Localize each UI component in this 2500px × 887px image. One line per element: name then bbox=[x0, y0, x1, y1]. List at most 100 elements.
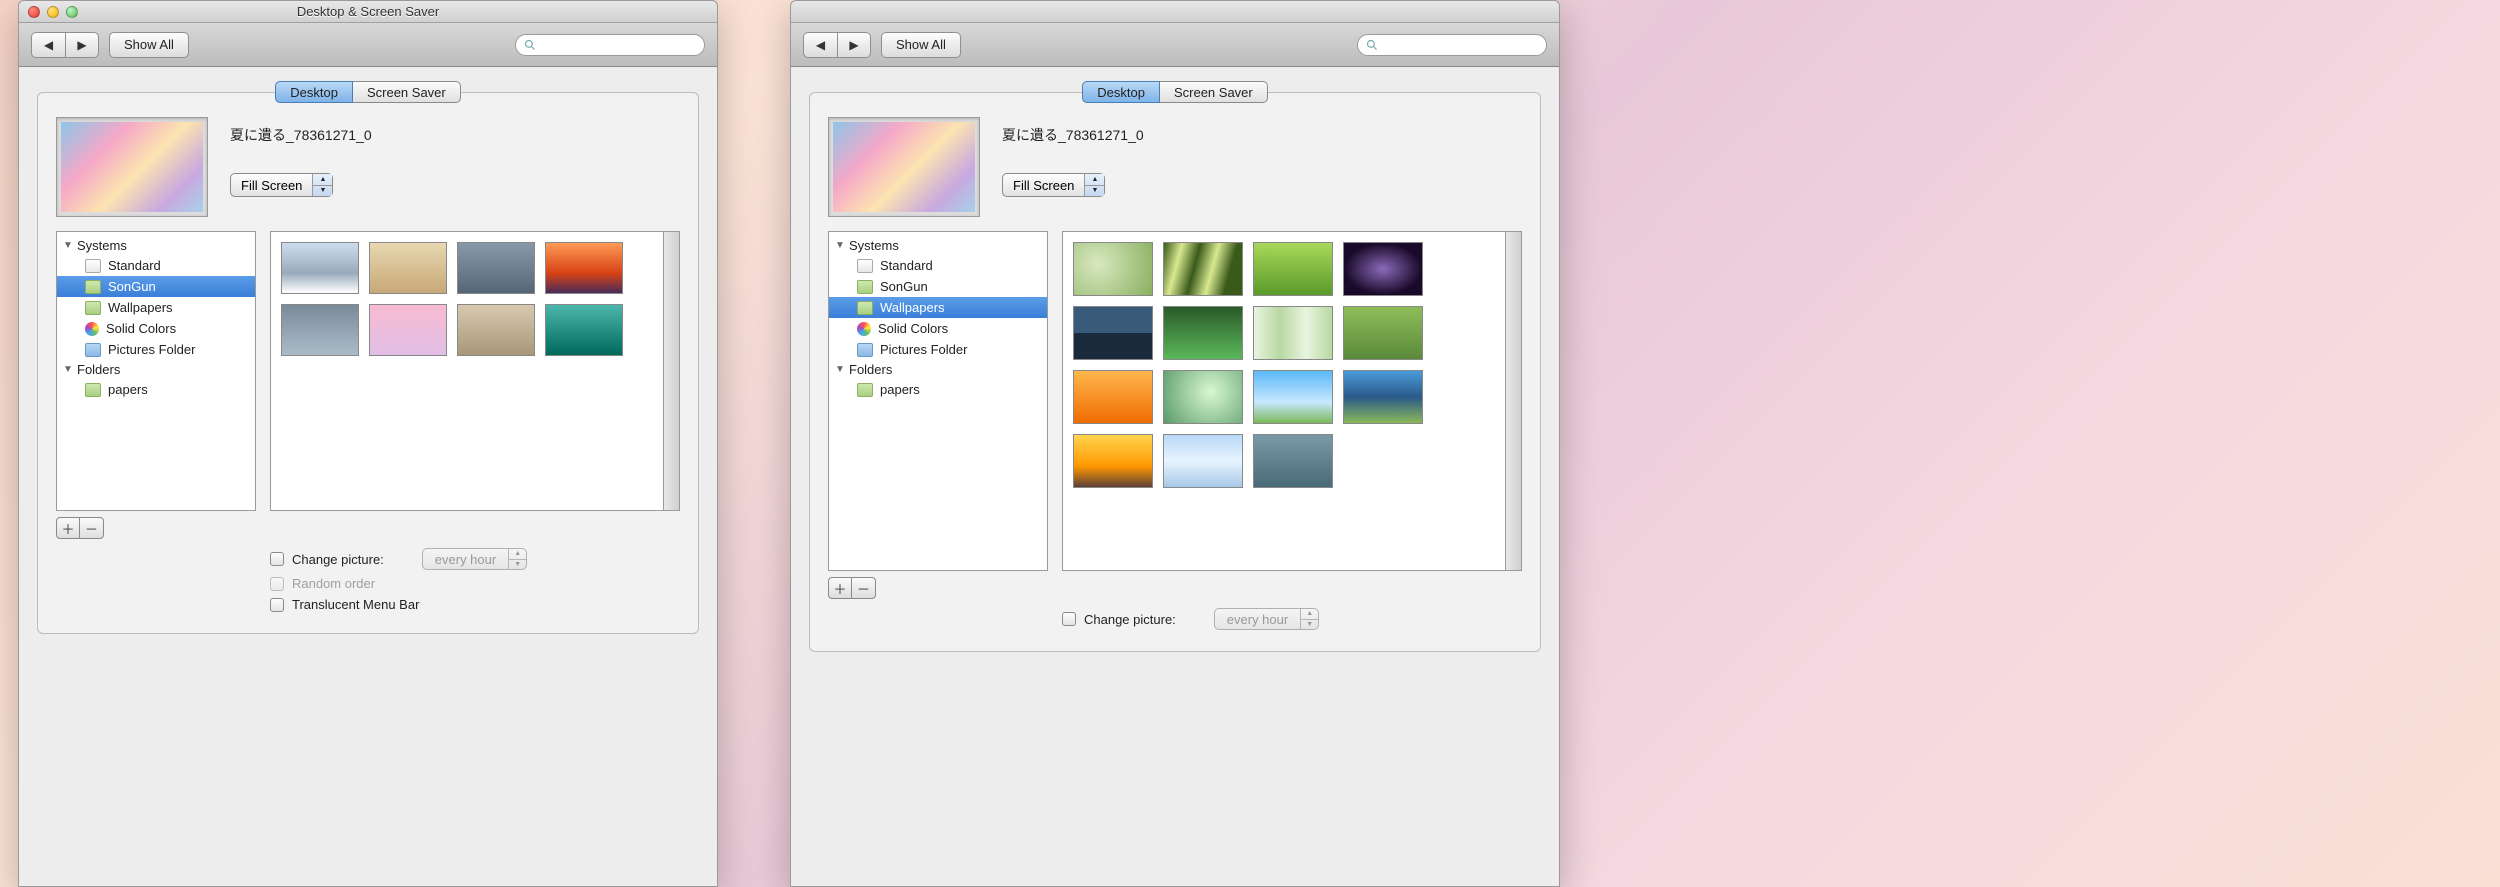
wallpaper-thumb[interactable] bbox=[1253, 306, 1333, 360]
interval-select[interactable]: every hour ▲▼ bbox=[422, 548, 527, 570]
change-picture-label: Change picture: bbox=[1084, 612, 1176, 627]
wallpaper-thumb[interactable] bbox=[1253, 370, 1333, 424]
folder-icon bbox=[857, 383, 873, 397]
wallpaper-preview bbox=[56, 117, 208, 217]
sidebar-item-solid-colors[interactable]: Solid Colors bbox=[829, 318, 1047, 339]
thumbnail-grid[interactable] bbox=[270, 231, 664, 511]
wallpaper-thumb[interactable] bbox=[1163, 242, 1243, 296]
group-folders[interactable]: ▼Folders bbox=[57, 360, 255, 379]
show-all-button[interactable]: Show All bbox=[881, 32, 961, 58]
tab-desktop[interactable]: Desktop bbox=[275, 81, 353, 103]
sidebar-item-standard[interactable]: Standard bbox=[57, 255, 255, 276]
change-picture-checkbox[interactable] bbox=[1062, 612, 1076, 626]
wallpaper-thumb[interactable] bbox=[1343, 242, 1423, 296]
sidebar-item-wallpapers[interactable]: Wallpapers bbox=[57, 297, 255, 318]
sidebar-item-songun[interactable]: SonGun bbox=[57, 276, 255, 297]
back-button[interactable]: ◀ bbox=[803, 32, 837, 58]
search-input[interactable] bbox=[541, 38, 696, 52]
close-button[interactable] bbox=[28, 6, 40, 18]
add-folder-button[interactable]: ＋ bbox=[56, 517, 80, 539]
scrollbar[interactable] bbox=[1506, 231, 1522, 571]
wallpaper-thumb[interactable] bbox=[281, 304, 359, 356]
wallpaper-thumb[interactable] bbox=[1163, 370, 1243, 424]
thumbnail-grid[interactable] bbox=[1062, 231, 1506, 571]
source-sidebar[interactable]: ▼Systems Standard SonGun Wallpapers Soli… bbox=[56, 231, 256, 511]
prefs-window-left: Desktop & Screen Saver ◀ ▶ Show All Desk… bbox=[18, 0, 718, 887]
minimize-button[interactable] bbox=[47, 6, 59, 18]
fill-mode-select[interactable]: Fill Screen ▲▼ bbox=[1002, 173, 1105, 197]
search-field[interactable] bbox=[515, 34, 705, 56]
preview-image bbox=[61, 122, 203, 212]
sidebar-item-wallpapers[interactable]: Wallpapers bbox=[829, 297, 1047, 318]
wallpaper-thumb[interactable] bbox=[1253, 434, 1333, 488]
wallpaper-thumb[interactable] bbox=[369, 304, 447, 356]
wallpaper-thumb[interactable] bbox=[1073, 306, 1153, 360]
disclosure-triangle-icon[interactable]: ▼ bbox=[63, 240, 73, 251]
sidebar-item-papers[interactable]: papers bbox=[829, 379, 1047, 400]
group-systems[interactable]: ▼Systems bbox=[829, 236, 1047, 255]
wallpaper-name-label: 夏に遺る_78361271_0 bbox=[1002, 125, 1522, 145]
stepper-icon: ▲▼ bbox=[1084, 174, 1104, 196]
wallpaper-thumb[interactable] bbox=[457, 242, 535, 294]
zoom-button[interactable] bbox=[66, 6, 78, 18]
random-order-row: Random order bbox=[270, 573, 680, 594]
scrollbar[interactable] bbox=[664, 231, 680, 511]
wallpaper-thumb[interactable] bbox=[1073, 434, 1153, 488]
wallpaper-thumb[interactable] bbox=[457, 304, 535, 356]
wallpaper-thumb[interactable] bbox=[1343, 306, 1423, 360]
wallpaper-thumb[interactable] bbox=[369, 242, 447, 294]
folder-icon bbox=[85, 343, 101, 357]
window-title: Desktop & Screen Saver bbox=[19, 4, 717, 19]
sidebar-item-solid-colors[interactable]: Solid Colors bbox=[57, 318, 255, 339]
tab-screensaver[interactable]: Screen Saver bbox=[353, 81, 461, 103]
disclosure-triangle-icon[interactable]: ▼ bbox=[835, 364, 845, 375]
toolbar: ◀ ▶ Show All bbox=[791, 23, 1559, 67]
source-sidebar[interactable]: ▼Systems Standard SonGun Wallpapers Soli… bbox=[828, 231, 1048, 571]
sidebar-item-songun[interactable]: SonGun bbox=[829, 276, 1047, 297]
wallpaper-thumb[interactable] bbox=[1073, 242, 1153, 296]
titlebar[interactable]: Desktop & Screen Saver bbox=[19, 1, 717, 23]
remove-folder-button[interactable]: － bbox=[80, 517, 104, 539]
add-remove-buttons: ＋ － bbox=[828, 577, 1522, 599]
wallpaper-thumb[interactable] bbox=[1343, 370, 1423, 424]
nav-buttons: ◀ ▶ bbox=[31, 32, 99, 58]
fill-mode-select[interactable]: Fill Screen ▲▼ bbox=[230, 173, 333, 197]
disclosure-triangle-icon[interactable]: ▼ bbox=[63, 364, 73, 375]
disclosure-triangle-icon[interactable]: ▼ bbox=[835, 240, 845, 251]
sidebar-item-papers[interactable]: papers bbox=[57, 379, 255, 400]
wallpaper-thumb[interactable] bbox=[281, 242, 359, 294]
translucent-checkbox[interactable] bbox=[270, 598, 284, 612]
wallpaper-thumb[interactable] bbox=[1163, 306, 1243, 360]
forward-button[interactable]: ▶ bbox=[65, 32, 99, 58]
wallpaper-thumb[interactable] bbox=[545, 304, 623, 356]
color-wheel-icon bbox=[857, 322, 871, 336]
interval-select[interactable]: every hour ▲▼ bbox=[1214, 608, 1319, 630]
sidebar-item-pictures-folder[interactable]: Pictures Folder bbox=[57, 339, 255, 360]
picture-icon bbox=[857, 259, 873, 273]
back-button[interactable]: ◀ bbox=[31, 32, 65, 58]
sidebar-item-standard[interactable]: Standard bbox=[829, 255, 1047, 276]
add-folder-button[interactable]: ＋ bbox=[828, 577, 852, 599]
change-picture-label: Change picture: bbox=[292, 552, 384, 567]
forward-button[interactable]: ▶ bbox=[837, 32, 871, 58]
tab-desktop[interactable]: Desktop bbox=[1082, 81, 1160, 103]
wallpaper-thumb[interactable] bbox=[1073, 370, 1153, 424]
wallpaper-thumb[interactable] bbox=[545, 242, 623, 294]
search-field[interactable] bbox=[1357, 34, 1547, 56]
change-picture-checkbox[interactable] bbox=[270, 552, 284, 566]
group-folders[interactable]: ▼Folders bbox=[829, 360, 1047, 379]
wallpaper-thumb[interactable] bbox=[1253, 242, 1333, 296]
wallpaper-thumb[interactable] bbox=[1163, 434, 1243, 488]
group-systems[interactable]: ▼Systems bbox=[57, 236, 255, 255]
desktop-panel: 夏に遺る_78361271_0 Fill Screen ▲▼ ▼Systems … bbox=[809, 92, 1541, 652]
translucent-row: Translucent Menu Bar bbox=[270, 594, 680, 615]
stepper-icon: ▲▼ bbox=[508, 549, 526, 569]
search-input[interactable] bbox=[1383, 38, 1538, 52]
sidebar-item-pictures-folder[interactable]: Pictures Folder bbox=[829, 339, 1047, 360]
traffic-lights bbox=[19, 6, 78, 18]
tab-screensaver[interactable]: Screen Saver bbox=[1160, 81, 1268, 103]
titlebar[interactable] bbox=[791, 1, 1559, 23]
show-all-button[interactable]: Show All bbox=[109, 32, 189, 58]
color-wheel-icon bbox=[85, 322, 99, 336]
remove-folder-button[interactable]: － bbox=[852, 577, 876, 599]
